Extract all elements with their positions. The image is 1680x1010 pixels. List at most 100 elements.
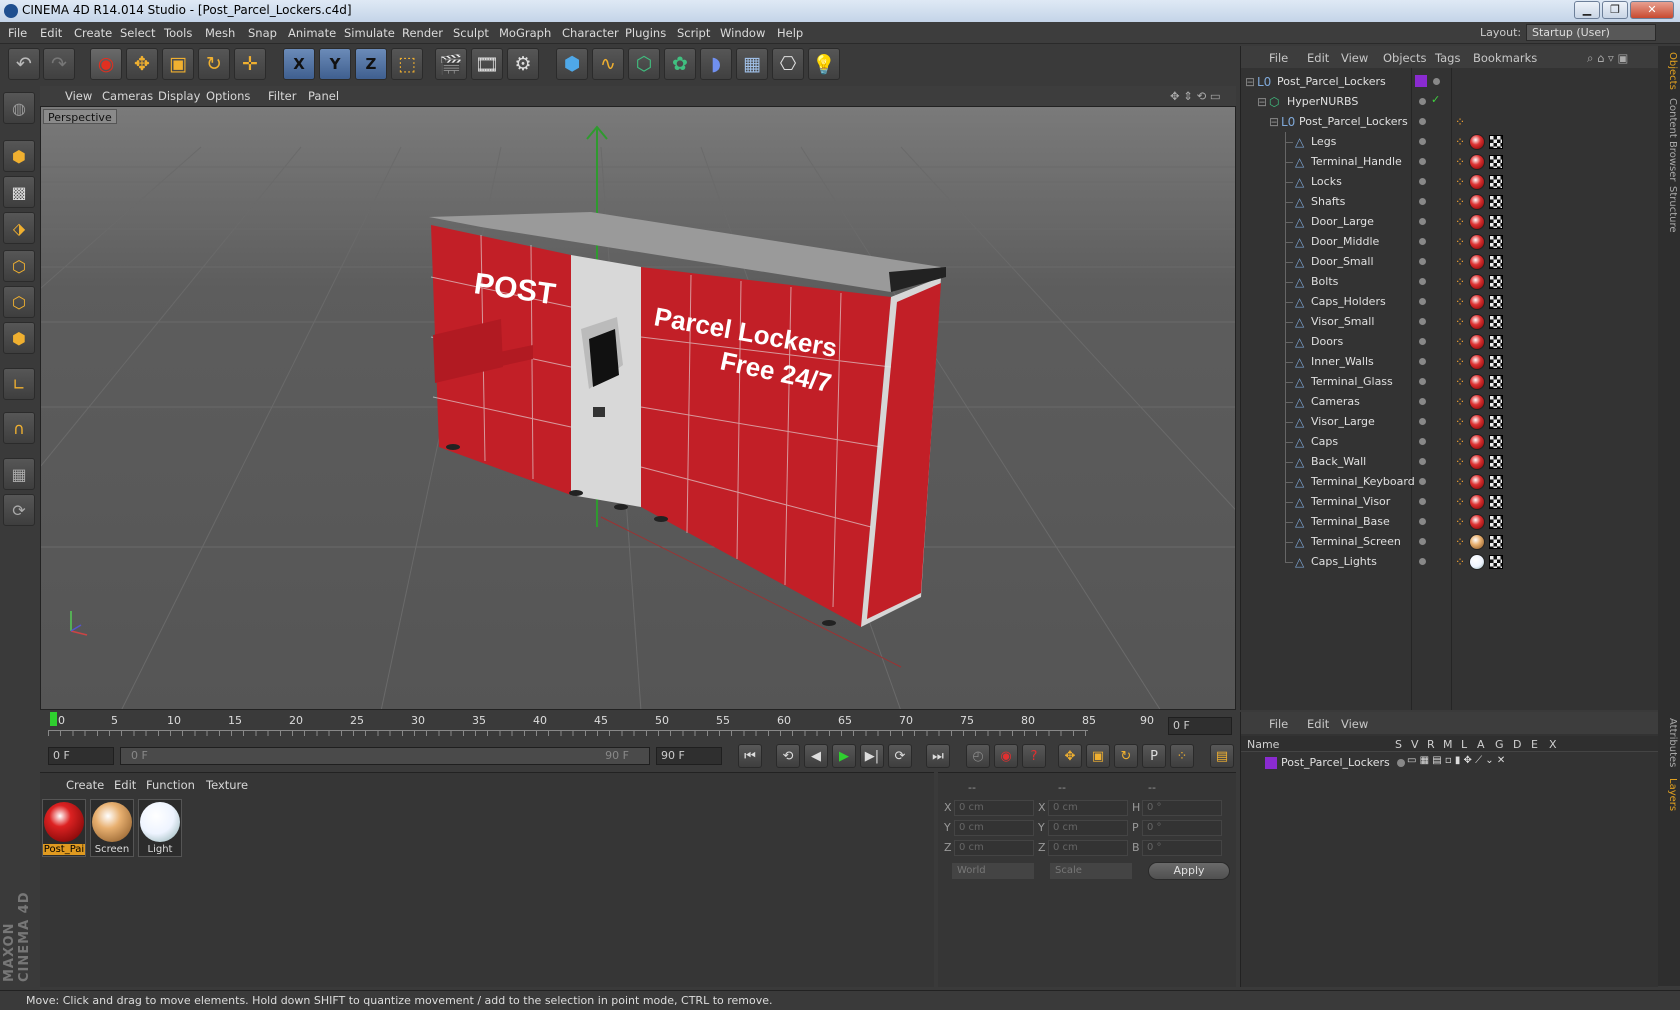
- uvw-tag-icon[interactable]: [1489, 255, 1503, 269]
- collapse-icon[interactable]: ⊟: [1245, 75, 1255, 89]
- uvw-tag-icon[interactable]: [1489, 215, 1503, 229]
- start-frame-field[interactable]: 0 F: [48, 747, 114, 765]
- material-tag-icon[interactable]: [1469, 134, 1485, 150]
- visibility-dot[interactable]: [1419, 558, 1426, 565]
- layer-row[interactable]: Post_Parcel_Lockers ▭ ▦ ▤ ▫ ▮ ✥ ⟋ ⌄ ✕: [1241, 754, 1659, 772]
- tab-objects[interactable]: Objects: [1660, 52, 1678, 90]
- material-menu-function[interactable]: Function: [146, 778, 195, 792]
- obj-menu-view[interactable]: View: [1341, 51, 1368, 65]
- viewport-camera-label[interactable]: Perspective: [43, 109, 117, 124]
- points-mode-icon[interactable]: ⬡: [3, 250, 35, 282]
- obj-menu-tags[interactable]: Tags: [1435, 51, 1460, 65]
- phong-tag-icon[interactable]: ⁘: [1455, 155, 1465, 169]
- light-icon[interactable]: 💡: [808, 48, 840, 80]
- camera-icon[interactable]: ⎔: [772, 48, 804, 80]
- search-icon[interactable]: ⌕ ⌂ ▿ ▣: [1587, 51, 1628, 66]
- obj-menu-objects[interactable]: Objects: [1383, 51, 1426, 65]
- material-tag-icon[interactable]: [1469, 394, 1485, 410]
- material-tag-icon[interactable]: [1469, 434, 1485, 450]
- uvw-tag-icon[interactable]: [1489, 335, 1503, 349]
- planar-workplane-icon[interactable]: ⟳: [3, 494, 35, 526]
- menu-mesh[interactable]: Mesh: [205, 26, 235, 40]
- material-tag-icon[interactable]: [1469, 474, 1485, 490]
- timeline-ruler[interactable]: 0 5 10 15 20 25 30 35 40 45 50 55 60 65 …: [40, 712, 1236, 740]
- redo-icon[interactable]: ↷: [43, 48, 75, 80]
- material-menu-create[interactable]: Create: [66, 778, 104, 792]
- visibility-dot[interactable]: [1419, 538, 1426, 545]
- rotation-p-field[interactable]: 0 °: [1142, 820, 1222, 836]
- uvw-tag-icon[interactable]: [1489, 155, 1503, 169]
- menu-simulate[interactable]: Simulate: [344, 26, 395, 40]
- size-y-field[interactable]: 0 cm: [1048, 820, 1128, 836]
- previous-key-icon[interactable]: ⟲: [776, 744, 800, 768]
- render-settings-icon[interactable]: ⚙: [507, 48, 539, 80]
- visibility-dot[interactable]: [1419, 278, 1426, 285]
- menu-script[interactable]: Script: [677, 26, 710, 40]
- record-scale-icon[interactable]: ▣: [1086, 744, 1110, 768]
- tree-item-child[interactable]: △ Door_Large ⁘: [1241, 212, 1659, 232]
- material-tag-icon[interactable]: [1469, 294, 1485, 310]
- tree-item-child[interactable]: △ Door_Middle ⁘: [1241, 232, 1659, 252]
- tree-item-child[interactable]: △ Terminal_Screen ⁘: [1241, 532, 1659, 552]
- tree-item-child[interactable]: △ Doors ⁘: [1241, 332, 1659, 352]
- uvw-tag-icon[interactable]: [1489, 235, 1503, 249]
- uvw-tag-icon[interactable]: [1489, 275, 1503, 289]
- viewport-menu-display[interactable]: Display: [158, 89, 200, 103]
- visibility-dot[interactable]: [1419, 378, 1426, 385]
- viewport-menu-view[interactable]: View: [65, 89, 92, 103]
- visibility-dot[interactable]: [1419, 518, 1426, 525]
- phong-tag-icon[interactable]: ⁘: [1455, 235, 1465, 249]
- uvw-tag-icon[interactable]: [1489, 195, 1503, 209]
- record-pla-icon[interactable]: ⁘: [1170, 744, 1194, 768]
- tree-item-child[interactable]: △ Terminal_Keyboard ⁘: [1241, 472, 1659, 492]
- menu-render[interactable]: Render: [402, 26, 443, 40]
- visibility-dot[interactable]: [1433, 78, 1440, 85]
- material-tag-icon[interactable]: [1469, 154, 1485, 170]
- tree-item-child[interactable]: △ Terminal_Base ⁘: [1241, 512, 1659, 532]
- visibility-dot[interactable]: [1419, 418, 1426, 425]
- uvw-tag-icon[interactable]: [1489, 515, 1503, 529]
- uvw-tag-icon[interactable]: [1489, 395, 1503, 409]
- tree-item-child[interactable]: △ Bolts ⁘: [1241, 272, 1659, 292]
- uvw-tag-icon[interactable]: [1489, 475, 1503, 489]
- phong-tag-icon[interactable]: ⁘: [1455, 535, 1465, 549]
- viewport-menu-cameras[interactable]: Cameras: [102, 89, 153, 103]
- phong-tag-icon[interactable]: ⁘: [1455, 555, 1465, 569]
- spline-icon[interactable]: ∿: [592, 48, 624, 80]
- previous-frame-icon[interactable]: ◀: [804, 744, 828, 768]
- menu-edit[interactable]: Edit: [40, 26, 62, 40]
- material-tag-icon[interactable]: [1469, 174, 1485, 190]
- menu-tools[interactable]: Tools: [164, 26, 192, 40]
- visibility-dot[interactable]: [1419, 338, 1426, 345]
- visibility-dot[interactable]: [1419, 138, 1426, 145]
- floor-icon[interactable]: ▦: [736, 48, 768, 80]
- go-to-end-icon[interactable]: ⏭: [926, 744, 950, 768]
- visibility-dot[interactable]: [1419, 298, 1426, 305]
- phong-tag-icon[interactable]: ⁘: [1455, 455, 1465, 469]
- phong-tag-icon[interactable]: ⁘: [1455, 475, 1465, 489]
- phong-tag-icon[interactable]: ⁘: [1455, 395, 1465, 409]
- menu-file[interactable]: File: [8, 26, 27, 40]
- material-tag-icon[interactable]: [1469, 314, 1485, 330]
- record-parameter-icon[interactable]: P: [1142, 744, 1166, 768]
- phong-tag-icon[interactable]: ⁘: [1455, 315, 1465, 329]
- rotation-h-field[interactable]: 0 °: [1142, 800, 1222, 816]
- menu-window[interactable]: Window: [720, 26, 765, 40]
- visibility-dot[interactable]: [1419, 158, 1426, 165]
- visibility-dot[interactable]: [1419, 498, 1426, 505]
- obj-menu-bookmarks[interactable]: Bookmarks: [1473, 51, 1537, 65]
- record-rotation-icon[interactable]: ↻: [1114, 744, 1138, 768]
- render-view-icon[interactable]: 🎬: [435, 48, 467, 80]
- deformer-icon[interactable]: ◗: [700, 48, 732, 80]
- record-position-icon[interactable]: ✥: [1058, 744, 1082, 768]
- y-axis-icon[interactable]: Y: [319, 48, 351, 80]
- phong-tag-icon[interactable]: ⁘: [1455, 355, 1465, 369]
- tree-item-child[interactable]: △ Caps ⁘: [1241, 432, 1659, 452]
- tree-item-child[interactable]: △ Inner_Walls ⁘: [1241, 352, 1659, 372]
- menu-character[interactable]: Character: [562, 26, 619, 40]
- phong-tag-icon[interactable]: ⁘: [1455, 415, 1465, 429]
- live-selection-icon[interactable]: ◉: [90, 48, 122, 80]
- snap-icon[interactable]: ∩: [3, 412, 35, 444]
- material-swatch[interactable]: Post_Pai: [42, 799, 86, 857]
- material-tag-icon[interactable]: [1469, 534, 1485, 550]
